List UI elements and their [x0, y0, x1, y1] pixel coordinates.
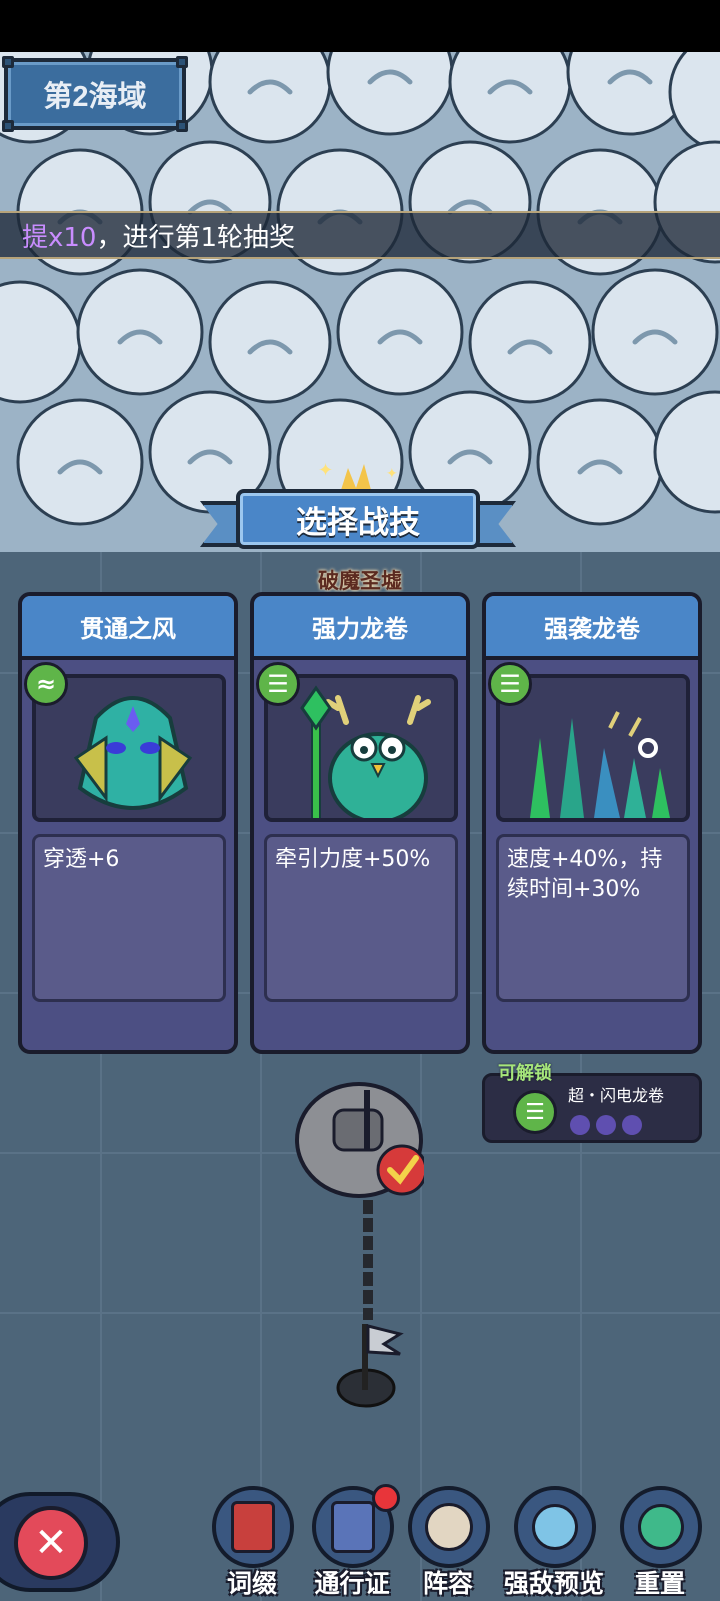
passport-icon [331, 1501, 375, 1553]
progress-pip [570, 1115, 590, 1135]
skill-card[interactable]: 强袭龙卷 ☰ 速度+40%，持续时间+30% [482, 592, 702, 1054]
region-title: 第2海域 [43, 81, 147, 113]
status-bar [0, 0, 720, 52]
close-button[interactable]: ✕ [14, 1506, 88, 1580]
path-chain [363, 1200, 373, 1320]
tornado-icon: ☰ [256, 662, 300, 706]
nav-enemy-preview-button[interactable]: 强敌预览 [504, 1486, 604, 1601]
hero-avatar-icon [425, 1503, 473, 1551]
nav-lineup-button[interactable]: 阵容 [402, 1486, 494, 1601]
region-title-badge: 第2海域 [2, 56, 188, 132]
skill-card-title: 强袭龙卷 [544, 615, 640, 643]
skill-card-title: 贯通之风 [80, 615, 176, 643]
skill-card-title: 强力龙卷 [312, 615, 408, 643]
dialog-title-banner: 选择战技 [200, 485, 516, 555]
close-icon: ✕ [34, 1520, 68, 1566]
dialog-title: 选择战技 [296, 504, 420, 540]
tornado-icon: ☰ [513, 1090, 557, 1134]
nav-label: 通行证 [314, 1570, 390, 1598]
ticker-text: ，进行第1轮抽奖 [96, 222, 296, 253]
hero-node-icon[interactable] [294, 1080, 424, 1200]
skill-card[interactable]: 强力龙卷 ☰ 牵引力度+50% [250, 592, 470, 1054]
progress-pip [622, 1115, 642, 1135]
unlockable-label: 可解锁 [498, 1063, 552, 1084]
dialog-subtitle: 破魔圣墟 [318, 569, 402, 593]
nav-affix-button[interactable]: 词缀 [206, 1486, 298, 1601]
announcement-ticker: 提x10 ，进行第1轮抽奖 [0, 211, 720, 259]
skill-card[interactable]: 贯通之风 ≈ 穿透+6 [18, 592, 238, 1054]
notification-badge [372, 1484, 400, 1512]
skill-card-effect: 穿透+6 [43, 847, 120, 872]
nav-reset-button[interactable]: 重置 [614, 1486, 706, 1601]
card-icon [231, 1501, 275, 1553]
sparkle-icon: ✦ [318, 460, 334, 481]
wind-icon: ≈ [24, 662, 68, 706]
unlockable-skill-name: 超・闪电龙卷 [568, 1086, 665, 1105]
skill-card-effect: 速度+40%，持续时间+30% [507, 847, 663, 902]
refresh-icon [638, 1504, 684, 1550]
ticker-highlight: 提x10 [22, 222, 97, 253]
nav-label: 强敌预览 [504, 1570, 605, 1598]
nav-label: 阵容 [422, 1570, 473, 1598]
nav-label: 词缀 [226, 1570, 277, 1598]
nav-label: 重置 [634, 1570, 685, 1598]
flag-node-icon[interactable] [334, 1318, 404, 1408]
skill-card-effect: 牵引力度+50% [275, 847, 431, 872]
magnifier-icon [532, 1504, 578, 1550]
sparkle-icon: ✦ [386, 466, 398, 482]
progress-pip [596, 1115, 616, 1135]
tornado-icon: ☰ [488, 662, 532, 706]
